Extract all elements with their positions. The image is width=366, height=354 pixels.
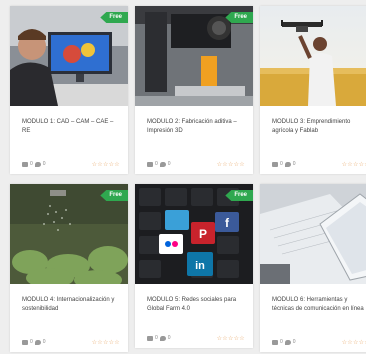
course-title[interactable]: MODULO 3: Emprendimiento agrícola y Fabl… bbox=[272, 118, 366, 136]
comments-count: 0 bbox=[292, 339, 296, 345]
course-title[interactable]: MODULO 6: Herramientas y técnicas de com… bbox=[272, 296, 366, 314]
comment-icon bbox=[159, 161, 166, 167]
comment-icon bbox=[34, 161, 41, 167]
users-icon bbox=[22, 161, 28, 167]
course-meta: 0 0 bbox=[272, 339, 296, 345]
comments-count: 0 bbox=[292, 161, 296, 167]
students-count: 0 bbox=[155, 161, 158, 167]
course-thumbnail-5[interactable]: in f P Free bbox=[135, 184, 253, 284]
course-card-3[interactable]: MODULO 3: Emprendimiento agrícola y Fabl… bbox=[260, 6, 366, 174]
course-meta: 0 0 bbox=[272, 161, 296, 167]
users-icon bbox=[147, 161, 153, 167]
course-card-6[interactable]: MODULO 6: Herramientas y técnicas de com… bbox=[260, 184, 366, 352]
course-thumbnail-4[interactable]: Free bbox=[10, 184, 128, 284]
rating-stars: ☆☆☆☆☆ bbox=[341, 340, 366, 346]
course-card-5[interactable]: in f P Free MODULO 5: Redes sociales par… bbox=[135, 184, 253, 348]
course-card-2[interactable]: Free MODULO 2: Fabricación aditiva – Imp… bbox=[135, 6, 253, 174]
rating-stars: ☆☆☆☆☆ bbox=[341, 162, 366, 168]
course-thumbnail-3[interactable] bbox=[260, 6, 366, 106]
students-count: 0 bbox=[280, 339, 283, 345]
course-meta: 0 0 bbox=[22, 339, 46, 345]
users-icon bbox=[272, 161, 278, 167]
comment-icon bbox=[284, 161, 291, 167]
course-meta: 0 0 bbox=[147, 161, 171, 167]
comment-icon bbox=[34, 339, 41, 345]
comments-count: 0 bbox=[167, 161, 171, 167]
rating-stars: ☆☆☆☆☆ bbox=[91, 162, 120, 168]
comments-count: 0 bbox=[167, 335, 171, 341]
course-card-1[interactable]: Free MODULO 1: CAD – CAM – CAE – RE 0 0 … bbox=[10, 6, 128, 174]
course-meta: 0 0 bbox=[22, 161, 46, 167]
rating-stars: ☆☆☆☆☆ bbox=[216, 162, 245, 168]
course-title[interactable]: MODULO 1: CAD – CAM – CAE – RE bbox=[22, 118, 120, 136]
course-title[interactable]: MODULO 2: Fabricación aditiva – Impresió… bbox=[147, 118, 245, 136]
course-thumbnail-6[interactable] bbox=[260, 184, 366, 284]
comment-icon bbox=[159, 335, 166, 341]
course-thumbnail-2[interactable]: Free bbox=[135, 6, 253, 106]
users-icon bbox=[272, 339, 278, 345]
course-title[interactable]: MODULO 4: Internacionalización y sosteni… bbox=[22, 296, 120, 314]
course-title[interactable]: MODULO 5: Redes sociales para Global Far… bbox=[147, 296, 245, 314]
students-count: 0 bbox=[30, 339, 33, 345]
students-count: 0 bbox=[155, 335, 158, 341]
comments-count: 0 bbox=[42, 339, 46, 345]
rating-stars: ☆☆☆☆☆ bbox=[91, 340, 120, 346]
users-icon bbox=[22, 339, 28, 345]
course-thumbnail-1[interactable]: Free bbox=[10, 6, 128, 106]
comment-icon bbox=[284, 339, 291, 345]
course-meta: 0 0 bbox=[147, 335, 171, 341]
svg-text:in: in bbox=[195, 260, 205, 272]
rating-stars: ☆☆☆☆☆ bbox=[216, 336, 245, 342]
course-card-4[interactable]: Free MODULO 4: Internacionalización y so… bbox=[10, 184, 128, 352]
students-count: 0 bbox=[280, 161, 283, 167]
users-icon bbox=[147, 335, 153, 341]
students-count: 0 bbox=[30, 161, 33, 167]
svg-text:P: P bbox=[199, 227, 207, 241]
comments-count: 0 bbox=[42, 161, 46, 167]
